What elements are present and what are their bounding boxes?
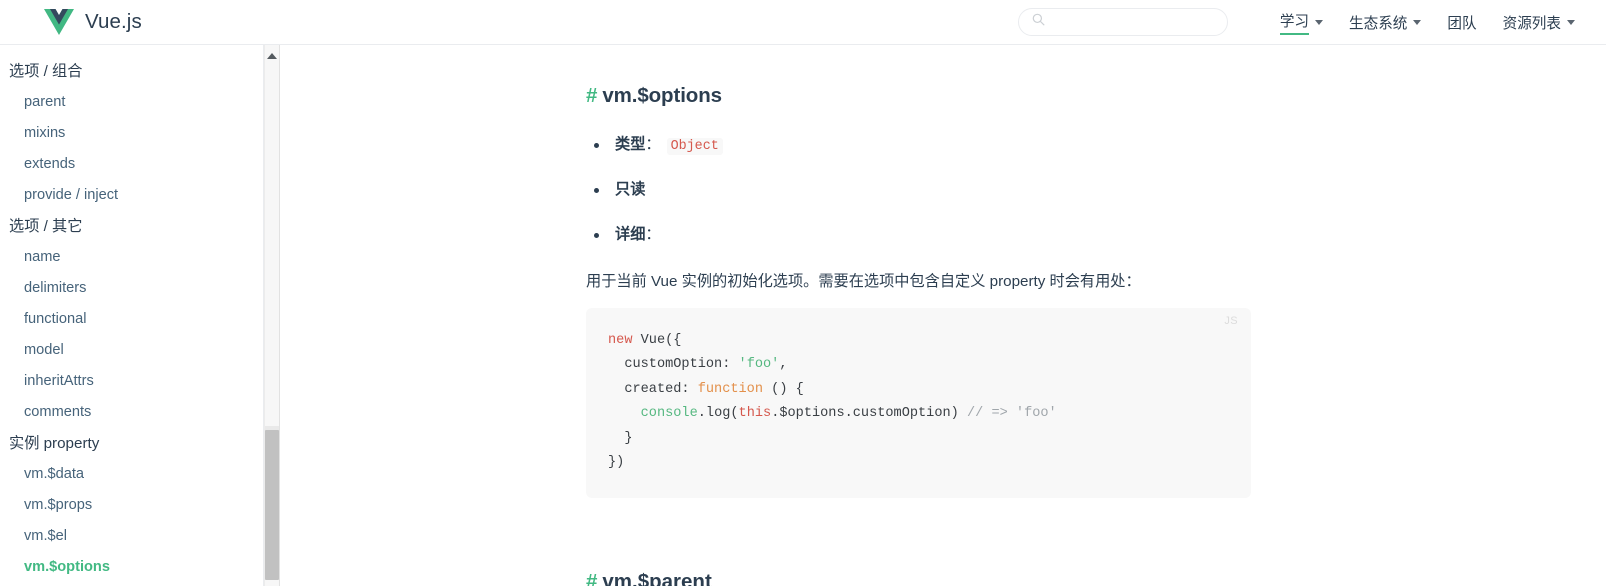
nav-item-resources[interactable]: 资源列表: [1490, 0, 1588, 44]
code-token: created:: [608, 381, 698, 397]
sidebar-item-extends[interactable]: extends: [0, 149, 263, 180]
nav-item-ecosystem-label: 生态系统: [1349, 15, 1408, 32]
top-navbar: Vue.js 学习 生态系统 团队 资源列表: [0, 0, 1606, 45]
sidebar-group-title: 选项 / 组合: [9, 63, 83, 80]
code-language-badge: JS: [1224, 314, 1238, 327]
code-token: 'foo': [738, 357, 780, 373]
code-token: customOption:: [608, 357, 739, 373]
nav-item-team[interactable]: 团队: [1434, 0, 1489, 44]
sidebar-item-inheritattrs[interactable]: inheritAttrs: [0, 366, 263, 397]
heading-anchor-icon[interactable]: #: [586, 570, 597, 586]
sidebar-item-vm-$data[interactable]: vm.$data: [0, 459, 263, 490]
api-list-item-label: 详细: [615, 226, 646, 244]
nav-item-learn[interactable]: 学习: [1267, 0, 1336, 44]
api-list-item-label: 类型: [615, 135, 646, 153]
sidebar-item-delimiters[interactable]: delimiters: [0, 273, 263, 304]
page-title-text: vm.$options: [602, 84, 722, 107]
scroll-up-arrow-icon[interactable]: [264, 48, 280, 64]
api-list-item-label: 只读: [615, 181, 646, 199]
sidebar-item-vm-$props[interactable]: vm.$props: [0, 490, 263, 521]
sidebar-item-mixins[interactable]: mixins: [0, 118, 263, 149]
nav-item-resources-label: 资源列表: [1502, 15, 1561, 32]
sidebar-item-vm-$options[interactable]: vm.$options: [0, 552, 263, 583]
sidebar-item-parent[interactable]: parent: [0, 87, 263, 118]
nav-item-team-label: 团队: [1447, 15, 1477, 32]
heading-anchor-icon[interactable]: #: [586, 84, 597, 107]
code-token: function: [697, 381, 763, 397]
chevron-down-icon: [1315, 19, 1324, 25]
nav-item-learn-label: 学习: [1279, 10, 1310, 35]
nav-item-ecosystem[interactable]: 生态系统: [1336, 0, 1434, 44]
code-token: () {: [763, 381, 804, 397]
sidebar-item-comments[interactable]: comments: [0, 397, 263, 428]
sidebar-item-vm-$el[interactable]: vm.$el: [0, 521, 263, 552]
code-token: this: [738, 406, 772, 422]
search-box[interactable]: [1018, 8, 1228, 36]
sidebar-group-title: 选项 / 其它: [9, 218, 83, 235]
brand-home-link[interactable]: Vue.js: [44, 0, 142, 44]
sidebar-scrollbar-thumb[interactable]: [265, 430, 279, 580]
api-list-item: 详细：: [586, 223, 1606, 247]
code-token: .$options.customOption): [771, 406, 967, 422]
api-list-item: 只读: [586, 178, 1606, 202]
next-section-title: vm.$parent: [602, 569, 712, 586]
primary-nav: 学习 生态系统 团队 资源列表: [1267, 0, 1588, 44]
chevron-down-icon: [1567, 19, 1575, 25]
code-token: console: [640, 406, 698, 422]
api-list-item-separator: ：: [645, 226, 661, 244]
detail-paragraph: 用于当前 Vue 实例的初始化选项。需要在选项中包含自定义 property 时…: [586, 272, 1141, 290]
api-list-item-separator: ：: [645, 135, 661, 153]
main-content: # vm.$options 类型： Object 只读 详细： 用于当前 Vue 实例的…: [281, 45, 1606, 586]
code-token: ,: [779, 357, 788, 373]
doc-article: # vm.$options 类型： Object 只读 详细： 用于当前 Vue 实例的…: [281, 45, 1606, 586]
search-input[interactable]: [1052, 10, 1212, 34]
code-token: .log(: [697, 406, 739, 422]
inline-code-type: Object: [666, 137, 723, 155]
api-list-item: 类型： Object: [586, 133, 1606, 157]
code-snippet[interactable]: new Vue({ customOption: 'foo', created: …: [608, 329, 1225, 476]
code-token: Vue({: [632, 332, 682, 348]
chevron-down-icon: [1413, 19, 1422, 25]
sidebar-nav[interactable]: 选项 / 组合 parent mixins extends provide / inje…: [0, 45, 264, 586]
brand-title: Vue.js: [85, 10, 142, 33]
code-token: new: [608, 332, 633, 348]
code-token: }): [608, 455, 625, 471]
next-section-heading: # vm.$parent: [586, 570, 1606, 586]
api-property-list: 类型： Object 只读 详细：: [586, 133, 1606, 248]
sidebar-item-provide-inject[interactable]: provide / inject: [0, 180, 263, 211]
page-title: # vm.$options: [586, 83, 1606, 109]
sidebar-item-model[interactable]: model: [0, 335, 263, 366]
code-token: // => 'foo': [966, 406, 1057, 422]
code-block: JS new Vue({ customOption: 'foo', create…: [586, 307, 1251, 498]
sidebar-group-title: 实例 property: [9, 435, 100, 452]
search-icon: [1019, 13, 1045, 31]
sidebar-item-functional[interactable]: functional: [0, 304, 263, 335]
sidebar-item-name[interactable]: name: [0, 242, 263, 273]
vue-logo-icon: [44, 9, 74, 35]
code-token: }: [608, 430, 633, 446]
